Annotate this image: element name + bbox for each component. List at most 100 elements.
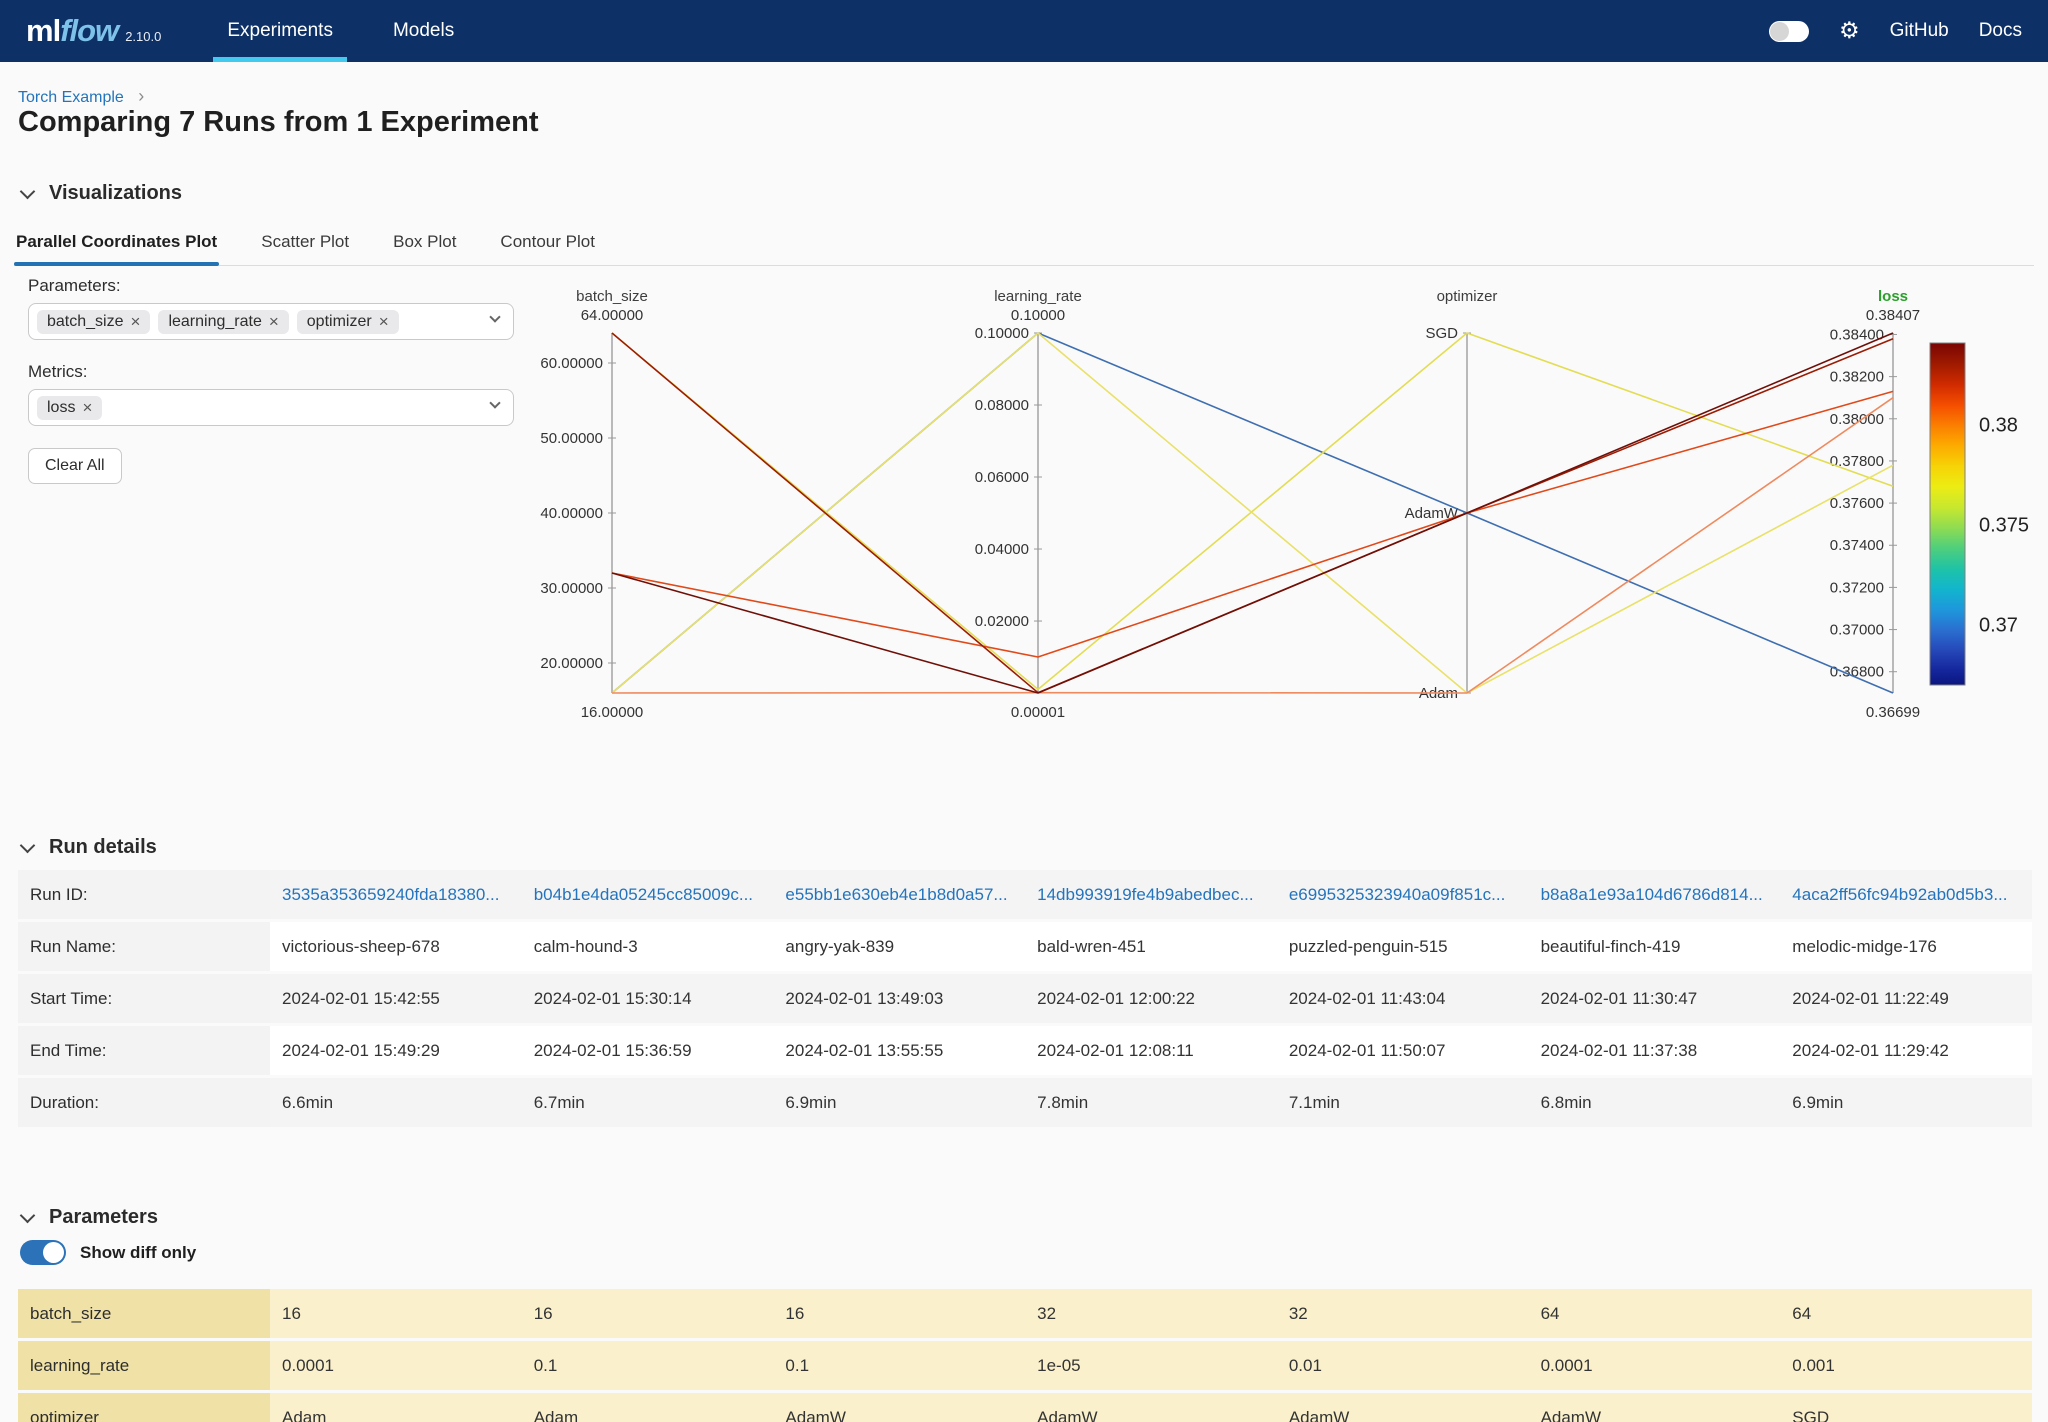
table-row: Duration:6.6min6.7min6.9min7.8min7.1min6…: [18, 1078, 2032, 1130]
svg-text:0.38200: 0.38200: [1830, 369, 1884, 386]
run-detail-cell: 6.9min: [1780, 1093, 2032, 1113]
param-row-batch_size: batch_size16161632326464: [18, 1289, 2032, 1341]
svg-text:AdamW: AdamW: [1405, 505, 1459, 522]
chevron-down-icon: [20, 1207, 36, 1223]
tab-contour-plot[interactable]: Contour Plot: [498, 226, 597, 265]
param-value-cell: AdamW: [1277, 1408, 1529, 1422]
run-detail-cell: puzzled-penguin-515: [1277, 937, 1529, 957]
svg-text:0.37800: 0.37800: [1830, 453, 1884, 470]
run-id-link[interactable]: 14db993919fe4b9abedbec...: [1037, 885, 1253, 904]
run-details-section-header[interactable]: Run details: [22, 836, 157, 859]
run-detail-cell: 7.8min: [1025, 1093, 1277, 1113]
run-detail-cell: 2024-02-01 15:36:59: [522, 1041, 774, 1061]
run-detail-cell: angry-yak-839: [773, 937, 1025, 957]
row-label: End Time:: [18, 1026, 270, 1075]
nav-tab-experiments[interactable]: Experiments: [223, 0, 337, 62]
breadcrumb-experiment-link[interactable]: Torch Example: [18, 89, 124, 106]
svg-text:0.10000: 0.10000: [1011, 307, 1065, 324]
run-detail-cell: 2024-02-01 15:42:55: [270, 989, 522, 1009]
param-value-cell: 32: [1277, 1304, 1529, 1324]
run-id-link[interactable]: 3535a353659240fda18380...: [282, 885, 499, 904]
run-id-cell[interactable]: 4aca2ff56fc94b92ab0d5b3...: [1780, 885, 2032, 905]
svg-text:0.36699: 0.36699: [1866, 704, 1920, 721]
remove-chip-icon[interactable]: ×: [269, 313, 279, 330]
parameters-section-header[interactable]: Parameters: [22, 1206, 158, 1229]
run-id-cell[interactable]: e55bb1e630eb4e1b8d0a57...: [773, 885, 1025, 905]
table-row: End Time:2024-02-01 15:49:292024-02-01 1…: [18, 1026, 2032, 1078]
theme-toggle[interactable]: [1769, 21, 1809, 42]
run-id-link[interactable]: b8a8a1e93a104d6786d814...: [1541, 885, 1763, 904]
show-diff-toggle[interactable]: [20, 1240, 66, 1265]
param-chip-optimizer: optimizer ×: [297, 310, 399, 334]
remove-chip-icon[interactable]: ×: [131, 313, 141, 330]
nav-tab-models[interactable]: Models: [389, 0, 458, 62]
toggle-knob: [43, 1242, 64, 1263]
run-detail-cell: 2024-02-01 11:43:04: [1277, 989, 1529, 1009]
svg-text:20.00000: 20.00000: [540, 655, 603, 672]
tab-box-plot[interactable]: Box Plot: [391, 226, 458, 265]
remove-chip-icon[interactable]: ×: [379, 313, 389, 330]
breadcrumb: Torch Example ›: [18, 86, 144, 107]
run-id-cell[interactable]: 14db993919fe4b9abedbec...: [1025, 885, 1277, 905]
table-row: Run ID:3535a353659240fda18380...b04b1e4d…: [18, 870, 2032, 922]
run-id-link[interactable]: e55bb1e630eb4e1b8d0a57...: [785, 885, 1007, 904]
run-detail-cell: 2024-02-01 12:08:11: [1025, 1041, 1277, 1061]
metrics-select[interactable]: loss ×: [28, 389, 514, 426]
svg-text:0.36800: 0.36800: [1830, 664, 1884, 681]
param-chip-label: learning_rate: [168, 313, 261, 331]
nav-tabs: Experiments Models: [223, 0, 510, 62]
svg-text:0.37000: 0.37000: [1830, 622, 1884, 639]
param-value-cell: 16: [522, 1304, 774, 1324]
param-value-cell: SGD: [1780, 1408, 2032, 1422]
run-detail-cell: 2024-02-01 11:29:42: [1780, 1041, 2032, 1061]
param-chip-learning-rate: learning_rate ×: [158, 310, 288, 334]
run-detail-cell: 2024-02-01 13:55:55: [773, 1041, 1025, 1061]
parameters-label: Parameters: [49, 1206, 158, 1229]
svg-text:0.00001: 0.00001: [1011, 704, 1065, 721]
run-detail-cell: 6.8min: [1529, 1093, 1781, 1113]
visualizations-section-header[interactable]: Visualizations: [22, 182, 182, 205]
run-id-cell[interactable]: b04b1e4da05245cc85009c...: [522, 885, 774, 905]
tab-parallel-coordinates[interactable]: Parallel Coordinates Plot: [14, 226, 219, 265]
run-detail-cell: 6.9min: [773, 1093, 1025, 1113]
parameters-select-label: Parameters:: [28, 276, 514, 296]
param-value-cell: 16: [773, 1304, 1025, 1324]
clear-all-button[interactable]: Clear All: [28, 448, 122, 484]
breadcrumb-chevron-icon: ›: [138, 86, 144, 106]
svg-text:learning_rate: learning_rate: [994, 288, 1082, 305]
svg-text:0.37200: 0.37200: [1830, 579, 1884, 596]
run-id-link[interactable]: b04b1e4da05245cc85009c...: [534, 885, 753, 904]
param-row-optimizer: optimizerAdamAdamAdamWAdamWAdamWAdamWSGD: [18, 1393, 2032, 1422]
run-detail-cell: 2024-02-01 13:49:03: [773, 989, 1025, 1009]
run-id-cell[interactable]: 3535a353659240fda18380...: [270, 885, 522, 905]
version-label: 2.10.0: [125, 29, 161, 44]
run-id-link[interactable]: 4aca2ff56fc94b92ab0d5b3...: [1792, 885, 2007, 904]
svg-text:Adam: Adam: [1419, 685, 1458, 702]
svg-text:0.02000: 0.02000: [975, 613, 1029, 630]
gear-icon[interactable]: ⚙: [1839, 20, 1860, 43]
run-id-cell[interactable]: b8a8a1e93a104d6786d814...: [1529, 885, 1781, 905]
show-diff-toggle-row: Show diff only: [20, 1240, 196, 1265]
tab-scatter-plot[interactable]: Scatter Plot: [259, 226, 351, 265]
param-chip-batch-size: batch_size ×: [37, 310, 150, 334]
svg-text:0.38: 0.38: [1979, 414, 2018, 436]
svg-text:30.00000: 30.00000: [540, 580, 603, 597]
svg-text:loss: loss: [1878, 288, 1908, 305]
docs-link[interactable]: Docs: [1979, 20, 2022, 42]
svg-text:0.37: 0.37: [1979, 615, 2018, 637]
parameters-select[interactable]: batch_size × learning_rate × optimizer ×: [28, 303, 514, 340]
run-detail-cell: 2024-02-01 11:50:07: [1277, 1041, 1529, 1061]
chevron-down-icon: [20, 837, 36, 853]
param-row-learning_rate: learning_rate0.00010.10.11e-050.010.0001…: [18, 1341, 2032, 1393]
svg-text:SGD: SGD: [1425, 325, 1458, 342]
mlflow-logo[interactable]: mlflow 2.10.0: [26, 13, 161, 49]
svg-text:0.08000: 0.08000: [975, 397, 1029, 414]
param-value-cell: Adam: [522, 1408, 774, 1422]
run-id-cell[interactable]: e6995325323940a09f851c...: [1277, 885, 1529, 905]
param-value-cell: 0.001: [1780, 1356, 2032, 1376]
run-id-link[interactable]: e6995325323940a09f851c...: [1289, 885, 1505, 904]
remove-chip-icon[interactable]: ×: [82, 399, 92, 416]
run-detail-cell: 7.1min: [1277, 1093, 1529, 1113]
row-label: Duration:: [18, 1078, 270, 1127]
github-link[interactable]: GitHub: [1890, 20, 1949, 42]
